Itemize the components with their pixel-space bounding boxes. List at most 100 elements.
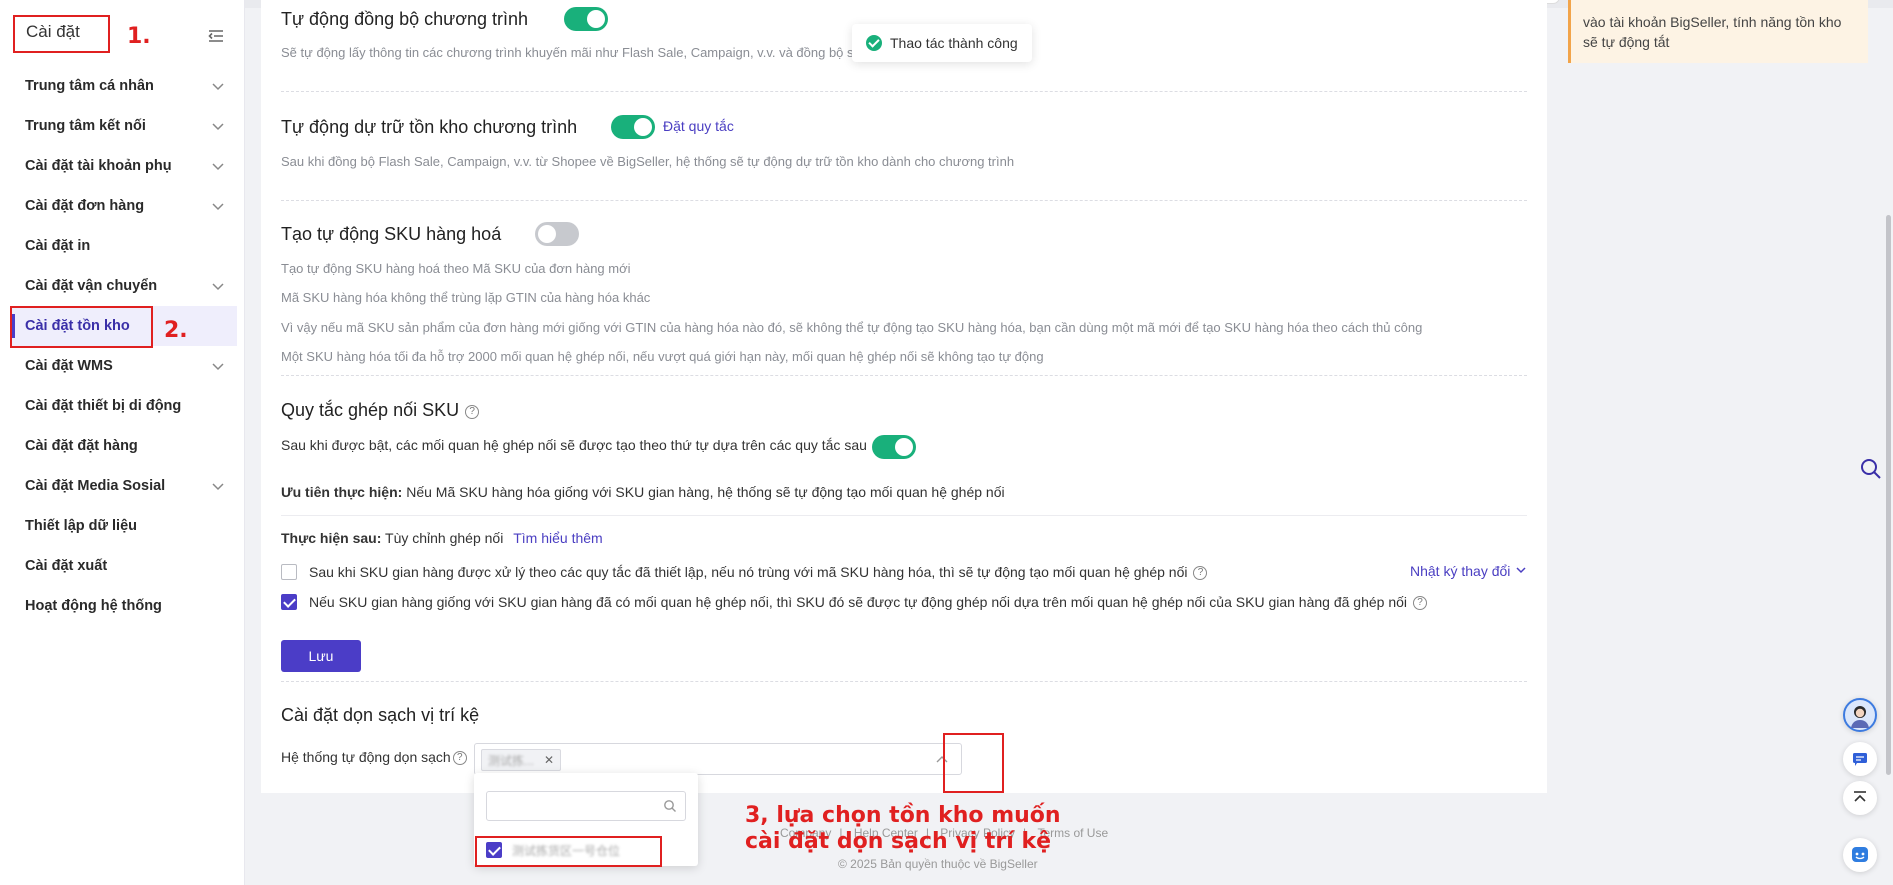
search-icon xyxy=(664,800,676,812)
chevron-up-icon[interactable] xyxy=(935,753,949,767)
chevron-down-icon xyxy=(212,163,224,171)
reserve-title: Tự động dự trữ tồn kho chương trình xyxy=(281,117,578,137)
remove-tag-icon[interactable]: ✕ xyxy=(544,753,554,767)
sidebar-item-label: Cài đặt xuất xyxy=(25,558,108,574)
back-to-top-button[interactable] xyxy=(1843,781,1877,815)
annotation-label-1: 1. xyxy=(127,24,151,49)
sidebar-title: Cài đặt xyxy=(26,22,80,41)
chat-button[interactable] xyxy=(1843,838,1877,872)
save-button[interactable]: Lưu xyxy=(281,640,361,672)
sidebar-item-label: Cài đặt tồn kho xyxy=(25,318,130,334)
dropdown-search-input[interactable] xyxy=(493,792,653,820)
annotation-label-3: 3, lựa chọn tồn kho muốn cài đặt dọn sạc… xyxy=(745,803,1061,855)
section-sku-rules: Quy tắc ghép nối SKU? xyxy=(281,400,1527,421)
divider xyxy=(281,200,1527,201)
chevron-down-icon xyxy=(212,483,224,491)
priority-text: Nếu Mã SKU hàng hóa giống với SKU gian h… xyxy=(406,484,1005,500)
after-row: Thực hiện sau: Tùy chỉnh ghép nối Tìm hi… xyxy=(281,530,603,546)
divider xyxy=(281,681,1527,682)
rules-toggle[interactable] xyxy=(872,435,916,459)
sidebar-menu: Trung tâm cá nhân Trung tâm kết nối Cài đặ… xyxy=(0,66,245,626)
option-checkbox[interactable] xyxy=(486,842,502,858)
sidebar-item-label: Cài đặt Media Sosial xyxy=(25,478,166,494)
sidebar-item[interactable]: Cài đặt đơn hàng xyxy=(0,186,245,226)
auto-sku-toggle[interactable] xyxy=(535,222,579,246)
sync-toggle[interactable] xyxy=(564,7,608,31)
warning-notice: vào tài khoản BigSeller, tính năng tồn k… xyxy=(1568,0,1868,63)
section-cleanup: Cài đặt dọn sạch vị trí kệ xyxy=(281,705,1527,726)
chevron-down-icon xyxy=(212,203,224,211)
changelog-link[interactable]: Nhật ký thay đổi xyxy=(1410,563,1527,580)
sidebar-item-label: Thiết lập dữ liệu xyxy=(25,518,138,534)
search-icon[interactable] xyxy=(1860,458,1882,480)
annotation-label-2: 2. xyxy=(164,318,188,343)
success-toast: Thao tác thành công xyxy=(852,24,1032,62)
auto-sku-line: Tạo tự động SKU hàng hoá theo Mã SKU của… xyxy=(281,261,631,276)
chevron-down-icon xyxy=(212,83,224,91)
help-icon[interactable]: ? xyxy=(452,751,467,766)
sidebar-item[interactable]: Cài đặt vận chuyển xyxy=(0,266,245,306)
sidebar-item-label: Cài đặt in xyxy=(25,238,91,254)
reserve-toggle[interactable] xyxy=(611,115,655,139)
support-avatar[interactable] xyxy=(1843,698,1877,732)
sidebar-item-label: Hoạt động hệ thống xyxy=(25,598,162,614)
notice-text: vào tài khoản BigSeller, tính năng tồn k… xyxy=(1583,14,1842,50)
dropdown-search[interactable] xyxy=(486,791,686,821)
cleanup-warehouse-select[interactable]: 测试拣... ✕ xyxy=(474,743,962,775)
section-reserve: Tự động dự trữ tồn kho chương trình Sau … xyxy=(281,117,1527,169)
sidebar-item-label: Cài đặt thiết bị di động xyxy=(25,398,182,414)
sidebar-item[interactable]: Cài đặt thiết bị di động xyxy=(0,386,245,426)
sidebar-item-label: Cài đặt vận chuyển xyxy=(25,278,158,294)
main-panel: Tự động đồng bộ chương trình Sẽ tự động … xyxy=(261,0,1547,793)
collapse-menu-icon[interactable] xyxy=(204,24,228,48)
auto-sku-line: Vì vậy nếu mã SKU sản phẩm của đơn hàng … xyxy=(281,320,1423,335)
sidebar-item[interactable]: Thiết lập dữ liệu xyxy=(0,506,245,546)
set-rules-link[interactable]: Đặt quy tắc xyxy=(663,118,734,134)
selected-tag: 测试拣... ✕ xyxy=(481,749,562,771)
sidebar-item[interactable]: Cài đặt tài khoản phụ xyxy=(0,146,245,186)
help-icon[interactable]: ? xyxy=(1413,596,1428,611)
option1-text: Sau khi SKU gian hàng được xử lý theo cá… xyxy=(309,564,1188,580)
option2-checkbox[interactable] xyxy=(281,594,297,610)
sidebar-item-label: Trung tâm kết nối xyxy=(25,118,146,134)
help-icon[interactable]: ? xyxy=(1193,566,1208,581)
sidebar-item[interactable]: Cài đặt tồn kho xyxy=(12,306,237,346)
chevron-down-icon xyxy=(212,283,224,291)
sidebar-item-label: Cài đặt WMS xyxy=(25,358,113,374)
after-label: Thực hiện sau: xyxy=(281,530,382,546)
message-icon xyxy=(1853,753,1867,766)
changelog-label: Nhật ký thay đổi xyxy=(1410,563,1511,579)
divider xyxy=(281,515,1527,516)
chevron-down-icon xyxy=(1516,567,1526,574)
annotation-line: cài đặt dọn sạch vị trí kệ xyxy=(745,829,1052,854)
warehouse-dropdown: 测试拣货区一号仓位 xyxy=(474,773,698,866)
learn-more-link[interactable]: Tìm hiểu thêm xyxy=(513,530,602,546)
scrollbar[interactable] xyxy=(1886,215,1891,775)
option2-row: Nếu SKU gian hàng giống với SKU gian hàn… xyxy=(309,594,1428,611)
dropdown-option[interactable]: 测试拣货区一号仓位 xyxy=(486,839,676,861)
message-button[interactable] xyxy=(1843,742,1877,776)
option1-row: Sau khi SKU gian hàng được xử lý theo cá… xyxy=(309,564,1208,581)
sidebar-item-label: Cài đặt tài khoản phụ xyxy=(25,158,172,174)
sidebar-item[interactable]: Cài đặt đặt hàng xyxy=(0,426,245,466)
chevron-down-icon xyxy=(212,363,224,371)
section-auto-sku: Tạo tự động SKU hàng hoá Tạo tự động SKU… xyxy=(281,224,1527,364)
sidebar-item[interactable]: Cài đặt in xyxy=(0,226,245,266)
reserve-desc: Sau khi đồng bộ Flash Sale, Campaign, v.… xyxy=(281,154,1015,169)
avatar-icon xyxy=(1851,706,1869,728)
help-icon[interactable]: ? xyxy=(465,405,480,420)
sidebar-item[interactable]: Cài đặt xuất xyxy=(0,546,245,586)
after-text: Tùy chỉnh ghép nối xyxy=(385,530,504,546)
sidebar-item[interactable]: Hoạt động hệ thống xyxy=(0,586,245,626)
sidebar: Cài đặt Trung tâm cá nhân Trung tâm kết n… xyxy=(0,0,245,885)
sku-rules-title: Quy tắc ghép nối SKU xyxy=(281,400,460,420)
sidebar-item[interactable]: Trung tâm kết nối xyxy=(0,106,245,146)
divider xyxy=(281,375,1527,376)
rules-toggle-label: Sau khi được bật, các mối quan hệ ghép n… xyxy=(281,437,867,453)
cleanup-field-label: Hệ thống tự động dọn sạch xyxy=(281,749,451,765)
option1-checkbox[interactable] xyxy=(281,564,297,580)
sidebar-item[interactable]: Trung tâm cá nhân xyxy=(0,66,245,106)
option-label: 测试拣货区一号仓位 xyxy=(512,843,621,858)
sidebar-item[interactable]: Cài đặt WMS xyxy=(0,346,245,386)
sidebar-item[interactable]: Cài đặt Media Sosial xyxy=(0,466,245,506)
